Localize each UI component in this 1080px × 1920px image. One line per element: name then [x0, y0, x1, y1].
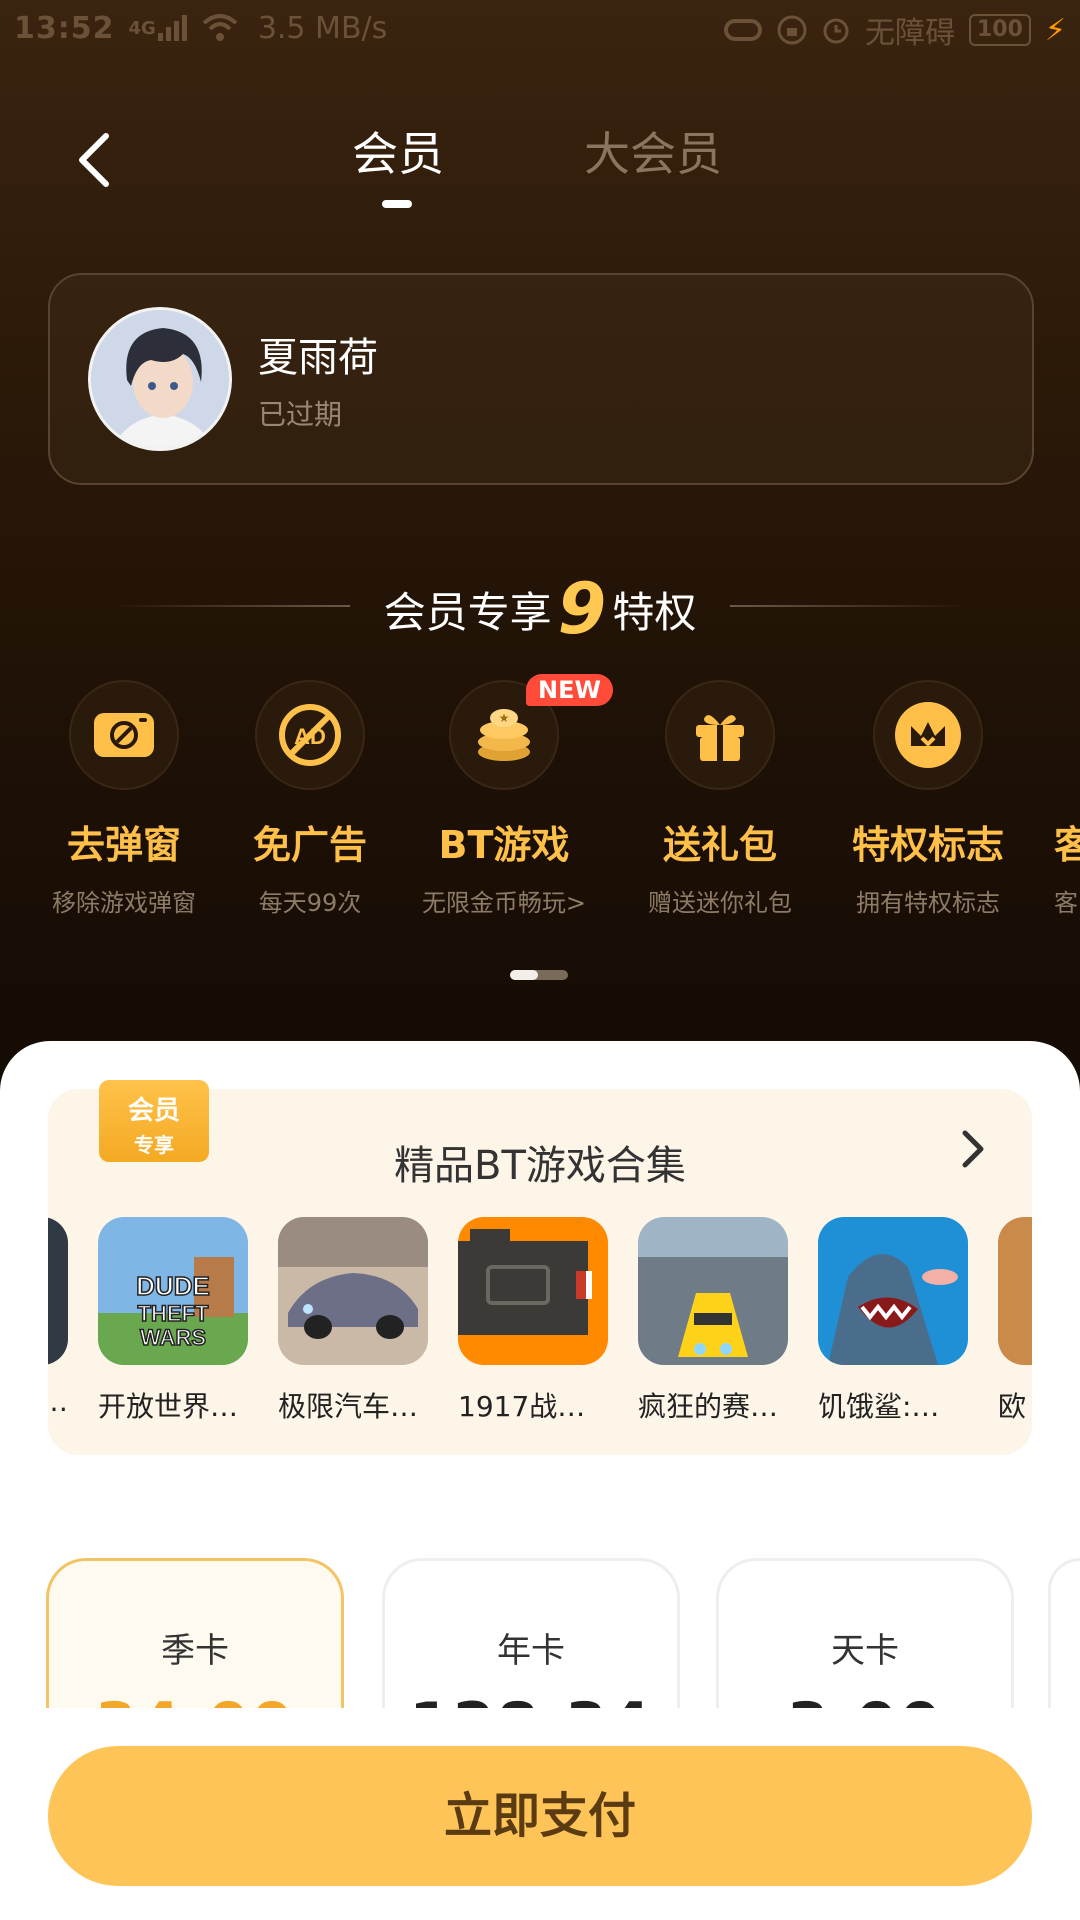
- game-icon: [638, 1217, 788, 1365]
- perk-desc: 赠送迷你礼包: [648, 889, 792, 917]
- game-icon: [278, 1217, 428, 1365]
- perk-name: 去弹窗: [66, 823, 181, 867]
- tab-member[interactable]: 会员: [352, 118, 444, 184]
- popup-block-icon: [94, 713, 154, 757]
- perk-name: 送礼包: [662, 823, 777, 867]
- svg-text:WARS: WARS: [140, 1325, 206, 1350]
- plan-name: 年卡: [497, 1631, 565, 1671]
- plan-price: 3.00: [719, 1690, 1011, 1708]
- game-icon: [998, 1217, 1032, 1365]
- gift-icon: [696, 715, 744, 761]
- perk-name: 客: [1054, 823, 1080, 867]
- coins-icon: ★: [478, 709, 530, 761]
- network-type: 4G: [128, 17, 156, 39]
- charging-icon: ⚡: [1044, 12, 1066, 48]
- service-icon: [1054, 680, 1080, 790]
- game-icon: [48, 1217, 68, 1365]
- perks-carousel[interactable]: 去弹窗 移除游戏弹窗 AD 免广告 每天99次 ★ NEW BT游戏 无限金币畅…: [0, 674, 1080, 920]
- membership-status: 已过期: [258, 398, 343, 431]
- game-name: 开放世界…: [98, 1390, 239, 1423]
- perk-item[interactable]: 客 客: [1054, 680, 1080, 918]
- perk-desc: 无限金币畅玩>: [421, 889, 587, 917]
- signal-icon: [157, 15, 187, 41]
- perk-item[interactable]: AD 免广告 每天99次: [210, 680, 410, 918]
- accessibility-label: 无障碍: [864, 16, 955, 51]
- tab-bar: 会员 大会员: [0, 110, 1080, 220]
- perk-desc: 移除游戏弹窗: [52, 889, 196, 917]
- game-icon: DUDE THEFT WARS: [98, 1217, 248, 1365]
- plan-name: 天卡: [831, 1631, 899, 1671]
- carousel-dot-active: [510, 970, 538, 980]
- network-speed: 3.5 MB/s: [257, 10, 388, 46]
- perks-title: 会员专享9 特权: [0, 568, 1080, 650]
- username: 夏雨荷: [258, 335, 378, 381]
- game-item[interactable]: DUDE THEFT WARS 开放世界…: [98, 1217, 248, 1425]
- plan-name: 季卡: [161, 1631, 229, 1671]
- game-name: 饥饿鲨:…: [818, 1390, 940, 1423]
- perk-item[interactable]: ★ NEW BT游戏 无限金币畅玩>: [404, 674, 613, 918]
- no-ads-icon: AD: [279, 704, 341, 766]
- perks-header: 会员专享9 特权: [0, 550, 1080, 650]
- status-time: 13:52: [14, 10, 115, 46]
- game-item[interactable]: 欧: [998, 1217, 1032, 1425]
- game-item[interactable]: 极限汽车…: [278, 1217, 428, 1425]
- game-icon: [458, 1217, 608, 1365]
- perk-desc: 拥有特权标志: [856, 889, 1000, 917]
- svg-text:THEFT: THEFT: [138, 1301, 209, 1326]
- status-right: 无障碍 100 ⚡: [723, 8, 1066, 52]
- game-name: 1917战…: [458, 1390, 586, 1423]
- carousel-indicator: [510, 970, 568, 980]
- game-name: 疯狂的赛…: [638, 1390, 779, 1423]
- avatar[interactable]: [88, 307, 232, 451]
- perk-item[interactable]: 送礼包 赠送迷你礼包: [620, 680, 820, 918]
- avatar-image: [91, 310, 229, 448]
- game-item[interactable]: 疯狂的赛…: [638, 1217, 788, 1425]
- game-name: …: [48, 1385, 68, 1418]
- svg-text:AD: AD: [294, 724, 326, 749]
- plan-price: 34.00: [49, 1690, 341, 1708]
- svg-text:DUDE: DUDE: [136, 1271, 210, 1301]
- crown-icon: [895, 702, 961, 768]
- plan-card[interactable]: 天卡 3.00: [716, 1558, 1014, 1708]
- perk-name: 免广告: [252, 823, 367, 867]
- tab-big-member[interactable]: 大会员: [584, 118, 722, 184]
- perk-item[interactable]: 去弹窗 移除游戏弹窗: [24, 680, 224, 918]
- game-name: 欧: [998, 1390, 1027, 1423]
- perks-title-prefix: 会员专享: [383, 588, 552, 637]
- wifi-icon: [202, 14, 238, 41]
- plan-card-partial[interactable]: [1048, 1558, 1080, 1708]
- game-icon: [818, 1217, 968, 1365]
- vip-exclusive-badge: 会员 专享: [99, 1080, 209, 1162]
- svg-text:★: ★: [499, 711, 510, 725]
- lock-icon: [777, 15, 807, 45]
- chevron-right-icon[interactable]: [960, 1129, 986, 1169]
- new-badge: NEW: [526, 674, 613, 706]
- perk-desc: 客: [1054, 889, 1078, 917]
- battery-indicator: 100: [968, 14, 1031, 46]
- vip-badge-line2: 专享: [134, 1133, 174, 1157]
- vip-badge-line1: 会员: [127, 1096, 180, 1126]
- game-item[interactable]: 饥饿鲨:…: [818, 1217, 968, 1425]
- alarm-icon: [823, 18, 849, 44]
- perks-count: 9: [557, 568, 607, 650]
- divider-right: [730, 605, 970, 607]
- perk-name: BT游戏: [438, 823, 570, 867]
- plan-card-selected[interactable]: 季卡 34.00: [46, 1558, 344, 1708]
- game-item[interactable]: 1917战…: [458, 1217, 608, 1425]
- pay-now-button[interactable]: 立即支付: [48, 1746, 1032, 1886]
- profile-card[interactable]: 夏雨荷 已过期: [48, 273, 1034, 485]
- game-list[interactable]: … DUDE THEFT WARS 开放世界…: [48, 1217, 1032, 1437]
- plan-card[interactable]: 年卡 128.34: [382, 1558, 680, 1708]
- tab-indicator: [382, 200, 412, 208]
- plan-price: 128.34: [385, 1690, 677, 1708]
- perk-item[interactable]: 特权标志 拥有特权标志: [828, 680, 1028, 918]
- perks-title-suffix: 特权: [612, 588, 697, 637]
- status-bar: 13:52 4G 3.5 MB/s 无障碍 100 ⚡: [0, 0, 1080, 56]
- perk-desc: 每天99次: [258, 889, 362, 917]
- game-name: 极限汽车…: [278, 1390, 419, 1423]
- gamepad-icon: [723, 19, 762, 41]
- game-item[interactable]: …: [48, 1217, 68, 1418]
- perk-name: 特权标志: [851, 823, 1004, 867]
